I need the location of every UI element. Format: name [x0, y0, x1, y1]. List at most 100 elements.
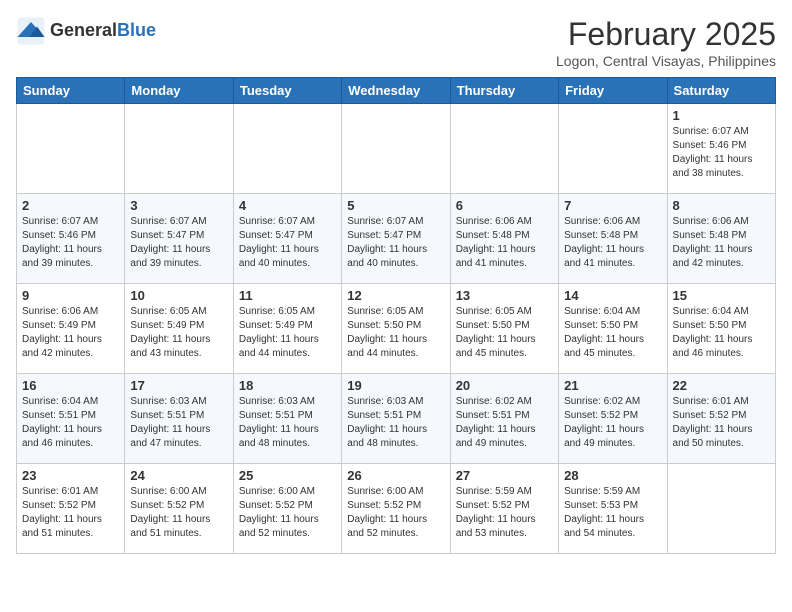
day-number: 16: [22, 378, 119, 393]
day-cell: [450, 104, 558, 194]
title-block: February 2025 Logon, Central Visayas, Ph…: [556, 16, 776, 69]
day-info: Sunrise: 6:07 AM Sunset: 5:46 PM Dayligh…: [673, 125, 770, 181]
day-info: Sunrise: 6:07 AM Sunset: 5:47 PM Dayligh…: [239, 215, 336, 271]
logo-line2: Blue: [117, 20, 156, 40]
weekday-header-wednesday: Wednesday: [342, 78, 450, 104]
logo: GeneralBlue: [16, 16, 156, 46]
day-cell: 15 Sunrise: 6:04 AM Sunset: 5:50 PM Dayli…: [667, 284, 775, 374]
day-number: 8: [673, 198, 770, 213]
day-number: 11: [239, 288, 336, 303]
day-cell: 14Sunrise: 6:04 AM Sunset: 5:50 PM Dayli…: [559, 284, 667, 374]
day-number: 15: [673, 288, 770, 303]
day-cell: [125, 104, 233, 194]
day-info: Sunrise: 6:05 AM Sunset: 5:50 PM Dayligh…: [456, 305, 553, 361]
day-number: 7: [564, 198, 661, 213]
day-info: Sunrise: 6:01 AM Sunset: 5:52 PM Dayligh…: [22, 485, 119, 541]
day-number: 13: [456, 288, 553, 303]
week-row-5: 23 Sunrise: 6:01 AM Sunset: 5:52 PM Dayli…: [17, 464, 776, 554]
day-info: Sunrise: 6:01 AM Sunset: 5:52 PM Dayligh…: [673, 395, 770, 451]
day-info: Sunrise: 6:03 AM Sunset: 5:51 PM Dayligh…: [130, 395, 227, 451]
weekday-header-monday: Monday: [125, 78, 233, 104]
page-header: GeneralBlue February 2025 Logon, Central…: [16, 16, 776, 69]
day-cell: 16 Sunrise: 6:04 AM Sunset: 5:51 PM Dayli…: [17, 374, 125, 464]
week-row-1: 1 Sunrise: 6:07 AM Sunset: 5:46 PM Daylig…: [17, 104, 776, 194]
day-cell: 3Sunrise: 6:07 AM Sunset: 5:47 PM Daylig…: [125, 194, 233, 284]
day-info: Sunrise: 6:03 AM Sunset: 5:51 PM Dayligh…: [239, 395, 336, 451]
day-number: 5: [347, 198, 444, 213]
day-cell: 7 Sunrise: 6:06 AM Sunset: 5:48 PM Daylig…: [559, 194, 667, 284]
day-cell: 17 Sunrise: 6:03 AM Sunset: 5:51 PM Dayli…: [125, 374, 233, 464]
day-cell: 26 Sunrise: 6:00 AM Sunset: 5:52 PM Dayli…: [342, 464, 450, 554]
day-number: 24: [130, 468, 227, 483]
day-number: 14: [564, 288, 661, 303]
day-cell: 8 Sunrise: 6:06 AM Sunset: 5:48 PM Daylig…: [667, 194, 775, 284]
day-cell: 5 Sunrise: 6:07 AM Sunset: 5:47 PM Daylig…: [342, 194, 450, 284]
day-cell: 12 Sunrise: 6:05 AM Sunset: 5:50 PM Dayli…: [342, 284, 450, 374]
day-info: Sunrise: 6:06 AM Sunset: 5:48 PM Dayligh…: [564, 215, 661, 271]
day-number: 22: [673, 378, 770, 393]
day-cell: 28Sunrise: 5:59 AM Sunset: 5:53 PM Dayli…: [559, 464, 667, 554]
day-cell: 19 Sunrise: 6:03 AM Sunset: 5:51 PM Dayli…: [342, 374, 450, 464]
day-info: Sunrise: 6:06 AM Sunset: 5:48 PM Dayligh…: [673, 215, 770, 271]
calendar-table: SundayMondayTuesdayWednesdayThursdayFrid…: [16, 77, 776, 554]
day-info: Sunrise: 6:07 AM Sunset: 5:47 PM Dayligh…: [347, 215, 444, 271]
day-cell: 23 Sunrise: 6:01 AM Sunset: 5:52 PM Dayli…: [17, 464, 125, 554]
day-cell: 18 Sunrise: 6:03 AM Sunset: 5:51 PM Dayli…: [233, 374, 341, 464]
day-cell: 22 Sunrise: 6:01 AM Sunset: 5:52 PM Dayli…: [667, 374, 775, 464]
day-cell: 27 Sunrise: 5:59 AM Sunset: 5:52 PM Dayli…: [450, 464, 558, 554]
week-row-3: 9Sunrise: 6:06 AM Sunset: 5:49 PM Daylig…: [17, 284, 776, 374]
week-row-4: 16 Sunrise: 6:04 AM Sunset: 5:51 PM Dayli…: [17, 374, 776, 464]
day-cell: 9Sunrise: 6:06 AM Sunset: 5:49 PM Daylig…: [17, 284, 125, 374]
day-info: Sunrise: 5:59 AM Sunset: 5:53 PM Dayligh…: [564, 485, 661, 541]
day-cell: 4Sunrise: 6:07 AM Sunset: 5:47 PM Daylig…: [233, 194, 341, 284]
day-number: 17: [130, 378, 227, 393]
weekday-header-saturday: Saturday: [667, 78, 775, 104]
day-cell: 2Sunrise: 6:07 AM Sunset: 5:46 PM Daylig…: [17, 194, 125, 284]
day-number: 2: [22, 198, 119, 213]
day-number: 10: [130, 288, 227, 303]
weekday-header-friday: Friday: [559, 78, 667, 104]
day-info: Sunrise: 6:02 AM Sunset: 5:52 PM Dayligh…: [564, 395, 661, 451]
day-info: Sunrise: 6:06 AM Sunset: 5:49 PM Dayligh…: [22, 305, 119, 361]
day-info: Sunrise: 6:04 AM Sunset: 5:51 PM Dayligh…: [22, 395, 119, 451]
day-cell: 6 Sunrise: 6:06 AM Sunset: 5:48 PM Daylig…: [450, 194, 558, 284]
day-number: 12: [347, 288, 444, 303]
day-cell: 20 Sunrise: 6:02 AM Sunset: 5:51 PM Dayli…: [450, 374, 558, 464]
logo-icon: [16, 16, 46, 46]
day-cell: 11 Sunrise: 6:05 AM Sunset: 5:49 PM Dayli…: [233, 284, 341, 374]
day-number: 26: [347, 468, 444, 483]
day-info: Sunrise: 6:02 AM Sunset: 5:51 PM Dayligh…: [456, 395, 553, 451]
day-info: Sunrise: 5:59 AM Sunset: 5:52 PM Dayligh…: [456, 485, 553, 541]
day-number: 19: [347, 378, 444, 393]
day-number: 23: [22, 468, 119, 483]
logo-text: GeneralBlue: [50, 21, 156, 41]
day-number: 1: [673, 108, 770, 123]
day-cell: 10 Sunrise: 6:05 AM Sunset: 5:49 PM Dayli…: [125, 284, 233, 374]
day-number: 6: [456, 198, 553, 213]
day-info: Sunrise: 6:05 AM Sunset: 5:50 PM Dayligh…: [347, 305, 444, 361]
day-info: Sunrise: 6:05 AM Sunset: 5:49 PM Dayligh…: [239, 305, 336, 361]
logo-line1: General: [50, 20, 117, 40]
day-cell: 25 Sunrise: 6:00 AM Sunset: 5:52 PM Dayli…: [233, 464, 341, 554]
day-info: Sunrise: 6:03 AM Sunset: 5:51 PM Dayligh…: [347, 395, 444, 451]
day-cell: 1 Sunrise: 6:07 AM Sunset: 5:46 PM Daylig…: [667, 104, 775, 194]
weekday-header-thursday: Thursday: [450, 78, 558, 104]
day-number: 18: [239, 378, 336, 393]
day-number: 27: [456, 468, 553, 483]
day-info: Sunrise: 6:00 AM Sunset: 5:52 PM Dayligh…: [347, 485, 444, 541]
location-subtitle: Logon, Central Visayas, Philippines: [556, 53, 776, 69]
day-info: Sunrise: 6:06 AM Sunset: 5:48 PM Dayligh…: [456, 215, 553, 271]
day-cell: [233, 104, 341, 194]
day-info: Sunrise: 6:04 AM Sunset: 5:50 PM Dayligh…: [673, 305, 770, 361]
weekday-header-sunday: Sunday: [17, 78, 125, 104]
day-cell: [667, 464, 775, 554]
day-number: 20: [456, 378, 553, 393]
day-info: Sunrise: 6:00 AM Sunset: 5:52 PM Dayligh…: [239, 485, 336, 541]
day-cell: 24Sunrise: 6:00 AM Sunset: 5:52 PM Dayli…: [125, 464, 233, 554]
day-info: Sunrise: 6:05 AM Sunset: 5:49 PM Dayligh…: [130, 305, 227, 361]
day-number: 3: [130, 198, 227, 213]
month-title: February 2025: [556, 16, 776, 53]
week-row-2: 2Sunrise: 6:07 AM Sunset: 5:46 PM Daylig…: [17, 194, 776, 284]
day-number: 25: [239, 468, 336, 483]
day-cell: [559, 104, 667, 194]
